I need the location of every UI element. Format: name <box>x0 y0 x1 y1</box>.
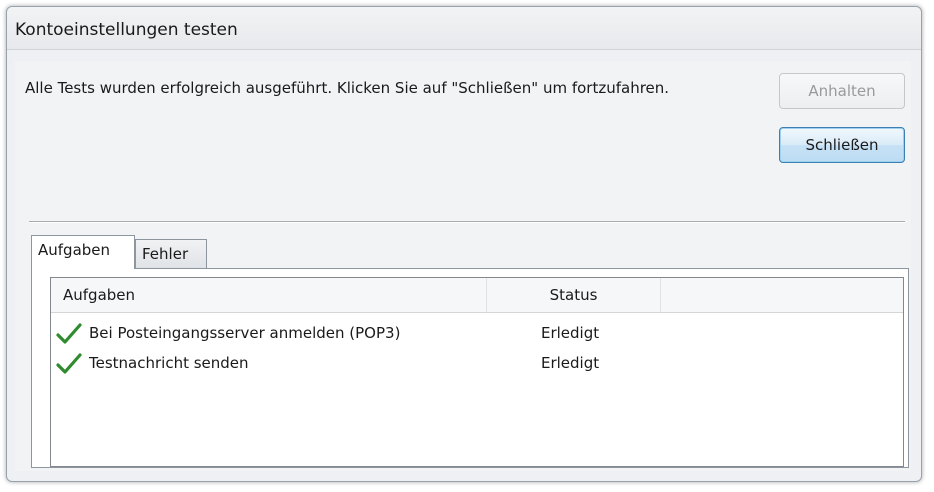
row-status: Erledigt <box>541 324 600 342</box>
column-header-empty <box>661 278 897 312</box>
column-header-tasks[interactable]: Aufgaben <box>51 278 487 312</box>
table-row[interactable]: Bei Posteingangsserver anmelden (POP3) E… <box>51 320 903 350</box>
column-header-status[interactable]: Status <box>487 278 661 312</box>
close-button[interactable]: Schließen <box>779 127 905 163</box>
row-status: Erledigt <box>541 354 600 372</box>
tab-panel: Aufgaben Status Bei Posteingangsserver a… <box>31 268 909 468</box>
status-message: Alle Tests wurden erfolgreich ausgeführt… <box>25 79 670 97</box>
list-header: Aufgaben Status <box>51 278 903 313</box>
stop-button[interactable]: Anhalten <box>779 73 905 109</box>
window-title: Kontoeinstellungen testen <box>15 20 238 40</box>
dialog-window: Kontoeinstellungen testen Alle Tests wur… <box>6 6 922 482</box>
title-bar: Kontoeinstellungen testen <box>7 7 921 50</box>
table-row[interactable]: Testnachricht senden Erledigt <box>51 350 903 380</box>
tasks-list[interactable]: Aufgaben Status Bei Posteingangsserver a… <box>50 277 904 467</box>
tab-aufgaben[interactable]: Aufgaben <box>31 235 135 269</box>
row-task: Bei Posteingangsserver anmelden (POP3) <box>89 324 401 342</box>
dialog-body: Alle Tests wurden erfolgreich ausgeführt… <box>15 61 911 471</box>
checkmark-icon <box>56 353 82 374</box>
checkmark-icon <box>56 323 82 344</box>
tab-fehler[interactable]: Fehler <box>135 239 207 269</box>
separator <box>29 221 905 223</box>
row-task: Testnachricht senden <box>89 354 249 372</box>
